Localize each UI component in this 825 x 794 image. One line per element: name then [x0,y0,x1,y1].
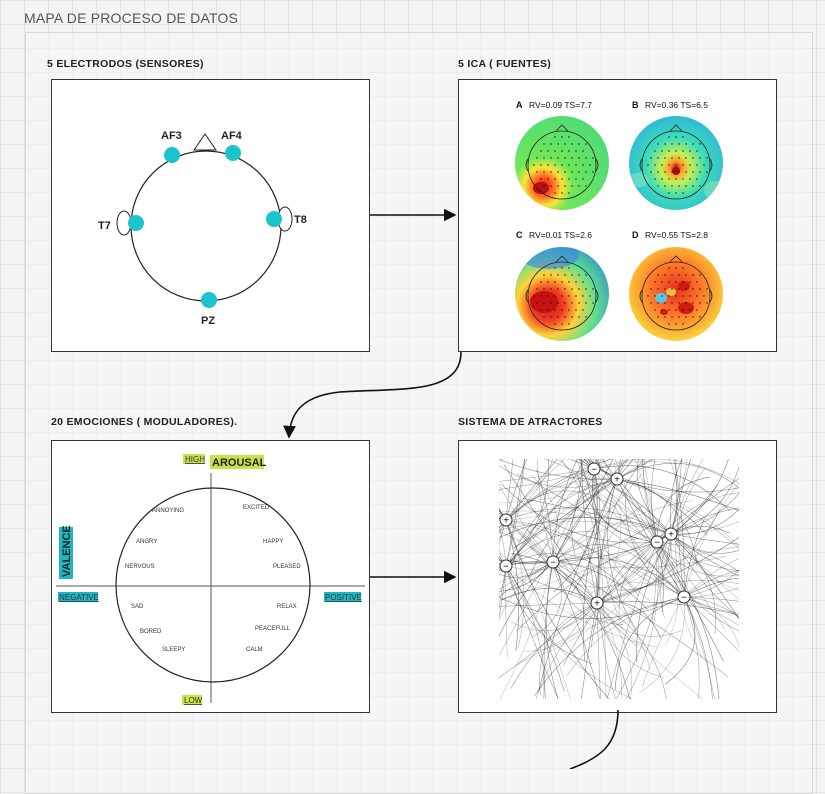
arrow-ica-to-emotions [283,351,462,439]
connector-arrows [283,208,619,769]
arrow-attractors-out [569,709,619,769]
